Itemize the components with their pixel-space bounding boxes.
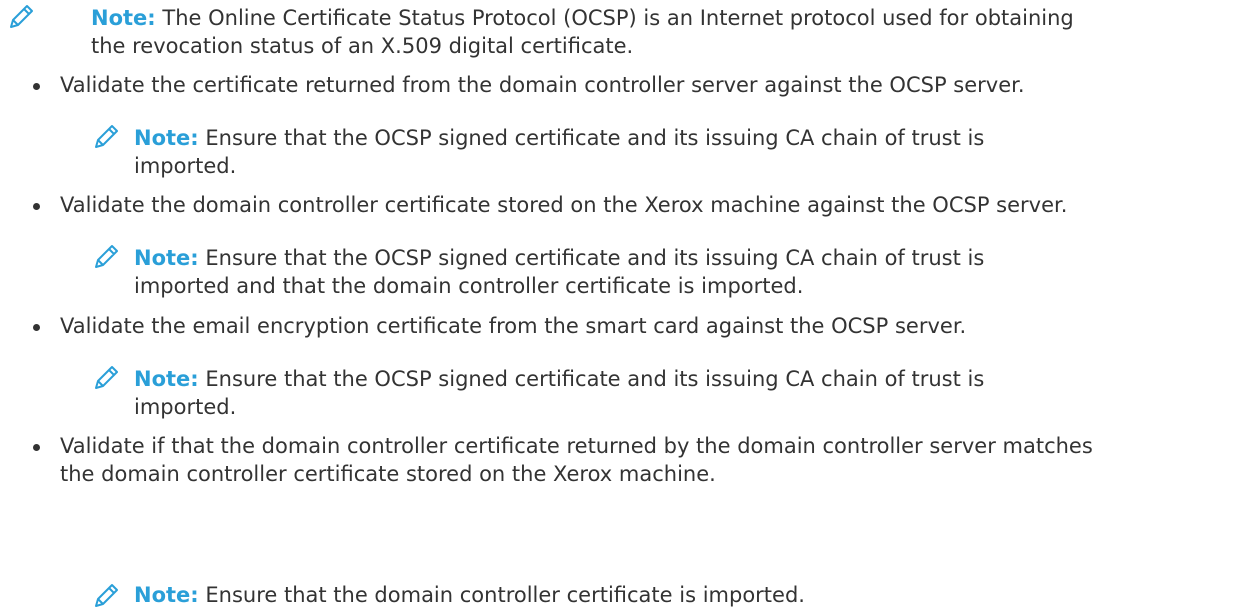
document-page: Note: The Online Certificate Status Prot…: [0, 0, 1259, 615]
note-text-line1: Ensure that the OCSP signed certificate …: [205, 246, 985, 270]
list-item: Validate the email encryption certificat…: [33, 312, 1259, 340]
note-text-line2: imported and that the domain controller …: [134, 274, 804, 298]
bullet-dot: [33, 203, 40, 210]
note: Note: Ensure that the domain controller …: [134, 581, 805, 609]
bullet-text: Validate the domain controller certifica…: [60, 193, 1068, 217]
list-item: Validate the certificate returned from t…: [33, 71, 1259, 99]
note: Note: Ensure that the OCSP signed certif…: [134, 124, 984, 180]
note-text-line1: Ensure that the domain controller certif…: [205, 583, 805, 607]
bullet-dot: [33, 83, 40, 90]
note: Note: Ensure that the OCSP signed certif…: [134, 244, 984, 300]
note-text-line2: imported.: [134, 154, 237, 178]
note-text-line2: imported.: [134, 395, 237, 419]
bullet-text: Validate if that the domain controller c…: [33, 432, 1259, 488]
note-text-line2: the revocation status of an X.509 digita…: [91, 34, 634, 58]
bullet-text: Validate the certificate returned from t…: [60, 73, 1025, 97]
bullet-text-line1: Validate if that the domain controller c…: [60, 434, 1093, 458]
pencil-icon: [95, 125, 118, 148]
note-label: Note:: [134, 246, 199, 270]
note-ocsp-definition: Note: The Online Certificate Status Prot…: [91, 4, 1074, 60]
note-label: Note:: [134, 367, 199, 391]
list-item: Validate if that the domain controller c…: [33, 432, 1259, 488]
note-label: Note:: [91, 6, 156, 30]
bullet-dot: [33, 444, 40, 451]
bullet-dot: [33, 324, 40, 331]
note-text-line1: Ensure that the OCSP signed certificate …: [205, 367, 985, 391]
note-text-line1: Ensure that the OCSP signed certificate …: [205, 126, 985, 150]
pencil-icon: [95, 584, 118, 607]
note-text-line1: The Online Certificate Status Protocol (…: [162, 6, 1074, 30]
pencil-icon: [95, 366, 118, 389]
pencil-icon: [10, 5, 33, 28]
bullet-text-line2: the domain controller certificate stored…: [60, 462, 716, 486]
note-label: Note:: [134, 126, 199, 150]
list-item: Validate the domain controller certifica…: [33, 191, 1259, 219]
note-label: Note:: [134, 583, 199, 607]
note: Note: Ensure that the OCSP signed certif…: [134, 365, 984, 421]
pencil-icon: [95, 245, 118, 268]
bullet-text: Validate the email encryption certificat…: [60, 314, 967, 338]
